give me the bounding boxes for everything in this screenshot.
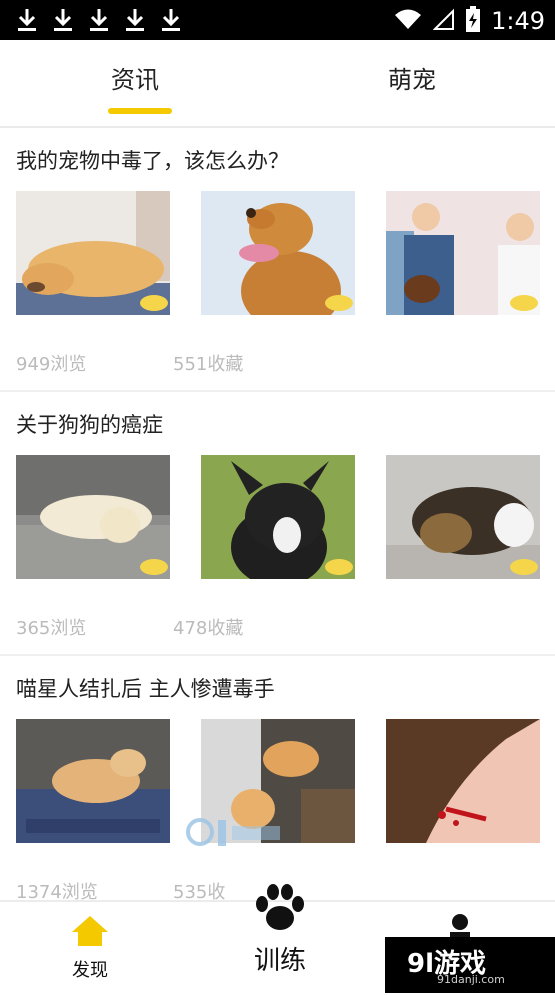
corner-watermark: 9l游戏 91danji.com: [385, 937, 555, 993]
thumbnail-row: [16, 191, 540, 315]
article-list[interactable]: 我的宠物中毒了，该怎么办？ 949浏览 551收藏 关于狗狗的癌症 365浏览 …: [0, 128, 555, 920]
top-tabs: 资讯 萌宠: [0, 40, 555, 128]
nav-train-label: 训练: [253, 946, 306, 976]
thumbnail-row: [16, 455, 540, 579]
download-icon: [14, 6, 40, 34]
article-card[interactable]: 喵星人结扎后 主人惨遭毒手 1374浏览 535收: [0, 656, 555, 920]
vet-visit-image[interactable]: [386, 191, 540, 315]
article-title[interactable]: 喵星人结扎后 主人惨遭毒手: [16, 673, 275, 703]
nav-discover[interactable]: 发现: [60, 914, 120, 982]
download-icon: [122, 6, 148, 34]
home-icon: [70, 916, 110, 952]
article-title[interactable]: 关于狗狗的癌症: [16, 409, 163, 439]
view-count: 365浏览: [16, 618, 87, 639]
paw-icon: [252, 884, 308, 938]
clock: 1:49: [491, 7, 545, 35]
boston-terrier-image[interactable]: [201, 455, 355, 579]
battery-charging-icon: [465, 5, 481, 37]
status-bar: 1:49: [0, 0, 555, 40]
active-tab-indicator: [108, 108, 172, 114]
download-icon: [86, 6, 112, 34]
download-icon: [158, 6, 184, 34]
tab-pets[interactable]: 萌宠: [388, 60, 436, 95]
signal-icon: [432, 7, 455, 35]
view-count: 949浏览: [16, 354, 87, 375]
sleeping-dog-image[interactable]: [16, 191, 170, 315]
save-count: 478收藏: [173, 618, 244, 639]
nav-discover-label: 发现: [72, 960, 108, 981]
article-card[interactable]: 我的宠物中毒了，该怎么办？ 949浏览 551收藏: [0, 128, 555, 392]
tab-news[interactable]: 资讯: [111, 60, 159, 95]
watermark-url: 91danji.com: [437, 973, 505, 986]
scratched-hand-image[interactable]: [386, 719, 540, 843]
article-card[interactable]: 关于狗狗的癌症 365浏览 478收藏: [0, 392, 555, 656]
nav-train[interactable]: 训练: [240, 882, 320, 977]
cat-on-table-image[interactable]: [16, 719, 170, 843]
panting-dog-image[interactable]: [201, 191, 355, 315]
lying-labrador-image[interactable]: [16, 455, 170, 579]
download-notifications: [14, 6, 184, 34]
wifi-icon: [393, 7, 423, 35]
resting-terrier-image[interactable]: [386, 455, 540, 579]
download-icon: [50, 6, 76, 34]
article-title[interactable]: 我的宠物中毒了，该怎么办？: [16, 145, 289, 175]
save-count: 551收藏: [173, 354, 244, 375]
watermark-overlay: [186, 812, 286, 852]
